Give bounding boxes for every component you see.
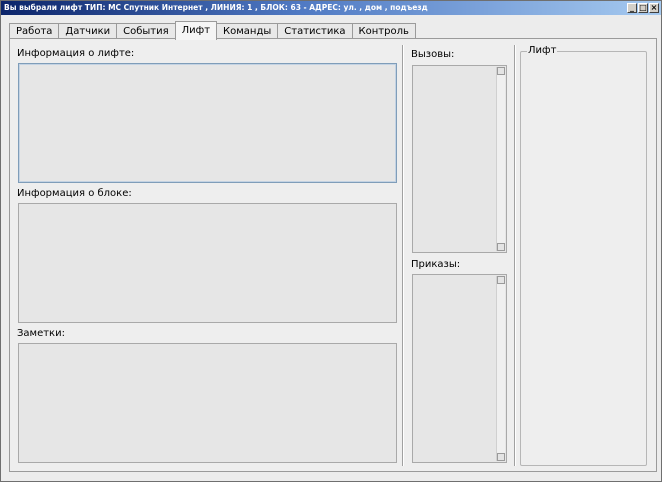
minimize-icon[interactable]: _: [627, 3, 637, 13]
tab-strip: Работа Датчики События Лифт Команды Стат…: [9, 21, 416, 40]
title-bar[interactable]: Вы выбрали лифт ТИП: МС Спутник Интернет…: [1, 1, 661, 15]
scroll-up-icon[interactable]: [497, 67, 505, 75]
tab-sensors[interactable]: Датчики: [58, 23, 118, 39]
app-window: Вы выбрали лифт ТИП: МС Спутник Интернет…: [0, 0, 662, 482]
scroll-down-icon[interactable]: [497, 453, 505, 461]
orders-listbox[interactable]: [412, 274, 507, 463]
column-separator: [402, 45, 404, 466]
orders-label: Приказы:: [411, 259, 461, 270]
tab-work[interactable]: Работа: [9, 23, 60, 39]
notes-label: Заметки:: [17, 328, 65, 339]
scroll-up-icon[interactable]: [497, 276, 505, 284]
lift-groupbox-title: Лифт: [527, 45, 558, 56]
tab-control[interactable]: Контроль: [351, 23, 416, 39]
column-separator: [514, 45, 516, 466]
lift-tab-panel: Информация о лифте: Информация о блоке: …: [9, 38, 657, 472]
tab-commands[interactable]: Команды: [216, 23, 279, 39]
window-title: Вы выбрали лифт ТИП: МС Спутник Интернет…: [4, 3, 428, 12]
block-info-textarea[interactable]: [18, 203, 397, 323]
close-icon[interactable]: ×: [649, 3, 659, 13]
tab-statistics[interactable]: Статистика: [277, 23, 353, 39]
lift-groupbox: Лифт: [520, 45, 647, 466]
calls-label: Вызовы:: [411, 49, 455, 60]
maximize-icon[interactable]: □: [638, 3, 648, 13]
tab-events[interactable]: События: [116, 23, 176, 39]
calls-listbox[interactable]: [412, 65, 507, 253]
lift-info-textarea[interactable]: [18, 63, 397, 183]
orders-scrollbar[interactable]: [496, 276, 505, 461]
lift-info-label: Информация о лифте:: [17, 48, 135, 59]
block-info-label: Информация о блоке:: [17, 188, 132, 199]
notes-textarea[interactable]: [18, 343, 397, 463]
calls-scrollbar[interactable]: [496, 67, 505, 251]
tab-lift[interactable]: Лифт: [174, 21, 218, 40]
scroll-down-icon[interactable]: [497, 243, 505, 251]
